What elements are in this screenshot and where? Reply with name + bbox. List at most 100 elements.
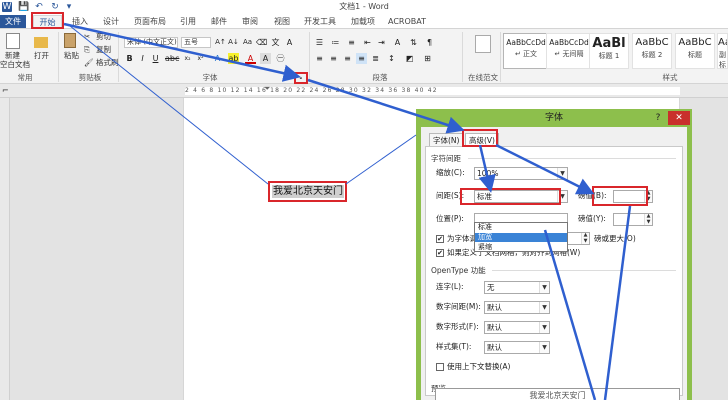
scale-label: 缩放(C): — [436, 168, 465, 177]
tab-insert[interactable]: 插入 — [66, 15, 94, 28]
close-icon[interactable]: ✕ — [668, 111, 690, 125]
shading-icon[interactable]: ◩ — [404, 53, 415, 64]
tab-font[interactable]: 字体(N) — [429, 133, 464, 147]
grid-checkbox[interactable]: ✔ — [436, 249, 444, 257]
distributed-icon[interactable]: ≣ — [370, 53, 381, 64]
italic-icon[interactable]: I — [137, 53, 148, 64]
group-separator — [118, 32, 119, 82]
open-folder-icon[interactable] — [34, 37, 48, 48]
kern-checkbox[interactable]: ✔ — [436, 235, 444, 243]
font-size-select[interactable]: 五号 — [181, 37, 211, 48]
tab-mailings[interactable]: 邮件 — [205, 15, 233, 28]
dropdown-arrow-icon[interactable]: ▼ — [557, 168, 567, 179]
spacing-option-standard[interactable]: 标准 — [475, 223, 567, 232]
style-normal[interactable]: AaBbCcDd ↵ 正文 — [503, 33, 549, 69]
dropdown-arrow-icon[interactable]: ▼ — [539, 322, 549, 333]
selected-text-box[interactable]: 我爱北京天安门 — [268, 181, 347, 202]
justify-icon[interactable]: ≡ — [356, 53, 367, 64]
style-heading-1[interactable]: AaBl 标题 1 — [589, 33, 629, 69]
tab-references[interactable]: 引用 — [174, 15, 202, 28]
shrink-font-icon[interactable]: A↓ — [228, 37, 239, 48]
font-color-icon[interactable]: A — [245, 53, 256, 64]
align-right-icon[interactable]: ≡ — [342, 53, 353, 64]
highlight-color-icon[interactable]: ab — [228, 53, 239, 64]
section-char-spacing: 字符间距 — [431, 154, 461, 163]
line-spacing-icon[interactable]: ↕ — [386, 53, 397, 64]
phonetic-icon[interactable]: 文 — [270, 37, 281, 48]
align-center-icon[interactable]: ≡ — [328, 53, 339, 64]
numbering-icon[interactable]: ≔ — [330, 37, 341, 48]
change-case-icon[interactable]: Aa — [242, 37, 253, 48]
paste-icon[interactable] — [64, 33, 76, 48]
tab-page-layout[interactable]: 页面布局 — [128, 15, 172, 28]
grow-font-icon[interactable]: A↑ — [215, 37, 226, 48]
style-no-spacing[interactable]: AaBbCcDd ↵ 无间隔 — [546, 33, 592, 69]
format-painter-icon[interactable]: 🖌 — [84, 58, 94, 68]
indent-marker-icon[interactable]: ⏷ — [264, 84, 270, 94]
format-painter-label[interactable]: 格式刷 — [96, 58, 119, 68]
increase-indent-icon[interactable]: ⇥ — [376, 37, 387, 48]
help-icon[interactable]: ? — [652, 111, 664, 125]
vertical-ruler[interactable] — [0, 98, 10, 400]
online-templates-icon[interactable] — [475, 35, 491, 53]
num-spacing-select[interactable]: 默认 ▼ — [484, 301, 550, 314]
show-marks-icon[interactable]: ¶ — [424, 37, 435, 48]
multilevel-list-icon[interactable]: ≡ — [346, 37, 357, 48]
group-separator — [500, 32, 501, 82]
tab-review[interactable]: 审阅 — [236, 15, 264, 28]
underline-icon[interactable]: U — [150, 53, 161, 64]
tab-design[interactable]: 设计 — [97, 15, 125, 28]
strikethrough-icon[interactable]: abc — [165, 53, 179, 64]
decrease-indent-icon[interactable]: ⇤ — [362, 37, 373, 48]
scale-select[interactable]: 100% ▼ — [474, 167, 568, 180]
cut-label[interactable]: 剪切 — [96, 32, 111, 42]
char-border-icon[interactable]: A — [284, 37, 295, 48]
sort-icon[interactable]: ⇅ — [408, 37, 419, 48]
superscript-icon[interactable]: x² — [195, 53, 206, 64]
font-name-select[interactable]: 宋体 (中文正文) — [124, 37, 178, 48]
style-set-select[interactable]: 默认 ▼ — [484, 341, 550, 354]
copy-label[interactable]: 复制 — [96, 45, 111, 55]
dropdown-arrow-icon[interactable]: ▼ — [539, 302, 549, 313]
enclose-char-icon[interactable]: ㊀ — [275, 53, 286, 64]
tab-file[interactable]: 文件 — [0, 15, 26, 28]
bullets-icon[interactable]: ☰ — [314, 37, 325, 48]
position-pound-label: 磅值(Y): — [578, 214, 606, 223]
cut-icon[interactable]: ✂ — [84, 32, 90, 42]
spacing-option-expanded[interactable]: 加宽 — [475, 233, 567, 242]
dropdown-arrow-icon[interactable]: ▼ — [539, 282, 549, 293]
group-label-styles: 样式 — [662, 73, 678, 82]
style-subtitle[interactable]: AaBbC 副标题 — [717, 33, 728, 69]
style-heading-2[interactable]: AaBbC 标题 2 — [632, 33, 672, 69]
align-left-icon[interactable]: ≡ — [314, 53, 325, 64]
open-label[interactable]: 打开 — [34, 51, 49, 61]
chinese-layout-icon[interactable]: A — [392, 37, 403, 48]
tab-selector-icon[interactable]: ⌐ — [2, 86, 9, 96]
contextual-checkbox[interactable] — [436, 363, 444, 371]
horizontal-ruler[interactable]: ⌐ 2 4 6 8 10 12 14 16 18 20 22 24 26 28 … — [0, 84, 728, 98]
tab-developer[interactable]: 开发工具 — [299, 15, 341, 28]
copy-icon[interactable]: ⎘ — [84, 45, 90, 55]
spinner-icon[interactable]: ▲ ▼ — [644, 214, 652, 225]
tab-acrobat[interactable]: ACROBAT — [385, 15, 429, 28]
subscript-icon[interactable]: x₂ — [182, 53, 193, 64]
char-shading-icon[interactable]: A — [260, 53, 271, 64]
tab-view[interactable]: 视图 — [268, 15, 296, 28]
dropdown-arrow-icon[interactable]: ▼ — [539, 342, 549, 353]
num-form-select[interactable]: 默认 ▼ — [484, 321, 550, 334]
spacing-option-condensed[interactable]: 紧缩 — [475, 243, 567, 252]
borders-icon[interactable]: ⊞ — [422, 53, 433, 64]
paste-label[interactable]: 粘贴 — [64, 51, 79, 61]
clear-format-icon[interactable]: ⌫ — [256, 37, 267, 48]
bold-icon[interactable]: B — [124, 53, 135, 64]
style-name: 副标题 — [719, 51, 726, 69]
style-title[interactable]: AaBbC 标题 — [675, 33, 715, 69]
text-effects-icon[interactable]: A — [212, 53, 223, 64]
spinner-icon[interactable]: ▲ ▼ — [581, 233, 589, 244]
kern-input[interactable]: ▲ ▼ — [566, 232, 590, 245]
tab-addins[interactable]: 加载项 — [345, 15, 381, 28]
new-document-icon[interactable] — [6, 33, 20, 49]
position-pound-input[interactable]: ▲ ▼ — [613, 213, 653, 226]
ligature-select[interactable]: 无 ▼ — [484, 281, 550, 294]
selected-text[interactable]: 我爱北京天安门 — [272, 185, 344, 198]
